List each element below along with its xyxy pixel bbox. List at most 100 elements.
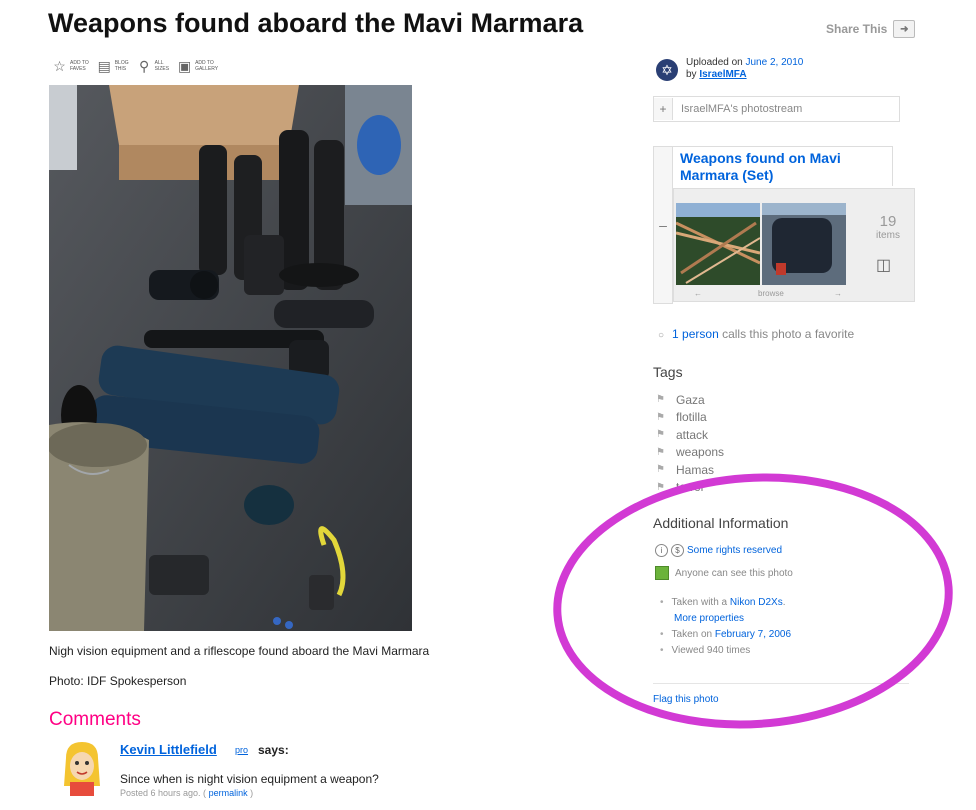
expand-plus-icon[interactable]: + bbox=[654, 98, 673, 120]
view-count: Viewed 940 times bbox=[671, 645, 751, 656]
noncommercial-icon: $ bbox=[671, 544, 684, 557]
tag-label[interactable]: terror bbox=[676, 480, 705, 494]
toolbar-label: SIZES bbox=[154, 66, 170, 72]
photo-credit: Photo: IDF Spokesperson bbox=[49, 674, 187, 688]
tag-item[interactable]: ⚑ flotilla bbox=[656, 409, 724, 427]
share-arrow-icon: ➜ bbox=[893, 20, 916, 38]
camera-suffix: . bbox=[782, 597, 786, 608]
camera-property: • Taken with a Nikon D2Xs. bbox=[660, 595, 791, 611]
permalink-link[interactable]: permalink bbox=[209, 788, 248, 798]
collapse-minus-icon[interactable]: – bbox=[653, 146, 673, 304]
comment-author-link[interactable]: Kevin Littlefield bbox=[120, 742, 217, 757]
additional-info-heading: Additional Information bbox=[653, 515, 789, 531]
taken-with-prefix: Taken with a bbox=[671, 597, 728, 608]
share-button[interactable]: Share This ➜ bbox=[826, 20, 916, 38]
uploaded-prefix: Uploaded on bbox=[686, 57, 743, 68]
tag-icon: ⚑ bbox=[656, 429, 665, 441]
set-count: 19 items bbox=[870, 213, 906, 243]
set-title-link[interactable]: Weapons found on Mavi Marmara (Set) bbox=[673, 146, 893, 186]
share-label: Share This bbox=[826, 22, 888, 36]
views-property: • Viewed 940 times bbox=[660, 643, 791, 659]
set-thumbnail[interactable] bbox=[676, 203, 760, 285]
uploader-link[interactable]: IsraelMFA bbox=[699, 69, 746, 80]
visibility-label: Anyone can see this photo bbox=[675, 567, 793, 579]
photo-properties: • Taken with a Nikon D2Xs. More propertie… bbox=[660, 595, 791, 659]
star-icon: ☆ bbox=[53, 58, 66, 74]
visibility-info: Anyone can see this photo bbox=[655, 566, 793, 580]
bullet-icon: • bbox=[660, 629, 664, 640]
divider bbox=[653, 683, 909, 684]
tags-heading: Tags bbox=[653, 364, 683, 380]
attribution-icon: i bbox=[655, 544, 668, 557]
taken-on-property: • Taken on February 7, 2006 bbox=[660, 627, 791, 643]
tag-label[interactable]: weapons bbox=[676, 445, 724, 459]
tag-label[interactable]: Hamas bbox=[676, 463, 714, 477]
bullet-icon: • bbox=[660, 645, 664, 656]
uploaded-date-link[interactable]: June 2, 2010 bbox=[746, 57, 804, 68]
camera-link[interactable]: Nikon D2Xs bbox=[730, 597, 783, 608]
browse-link[interactable]: browse bbox=[758, 289, 784, 298]
comment-meta: Posted 6 hours ago. ( permalink ) bbox=[120, 788, 253, 798]
comment-meta-close: ) bbox=[250, 788, 254, 798]
comment-says: says: bbox=[258, 743, 289, 757]
add-to-faves-button[interactable]: ☆ ADD TO FAVES bbox=[52, 58, 89, 74]
photo-illustration bbox=[49, 85, 412, 631]
photo-toolbar: ☆ ADD TO FAVES ▤ BLOG THIS ⚲ ALL SIZES ▣ AD… bbox=[52, 58, 219, 74]
main-photo[interactable] bbox=[49, 85, 412, 631]
tag-icon: ⚑ bbox=[656, 446, 665, 458]
uploader-text: Uploaded on June 2, 2010 by IsraelMFA bbox=[686, 57, 803, 81]
set-thumbnail[interactable] bbox=[762, 203, 846, 285]
comments-heading: Comments bbox=[49, 709, 141, 730]
set-context: – Weapons found on Mavi Marmara (Set) 19… bbox=[653, 146, 915, 304]
toolbar-label: FAVES bbox=[70, 66, 86, 72]
tag-label[interactable]: attack bbox=[676, 428, 708, 442]
blog-icon: ▤ bbox=[97, 58, 111, 74]
tag-item[interactable]: ⚑ terror bbox=[656, 479, 724, 497]
next-arrow-icon[interactable]: → bbox=[834, 289, 842, 298]
tag-label[interactable]: flotilla bbox=[676, 410, 707, 424]
add-to-gallery-button[interactable]: ▣ ADD TO GALLERY bbox=[177, 58, 219, 74]
bullet-icon: ○ bbox=[658, 330, 665, 341]
toolbar-label: GALLERY bbox=[195, 66, 219, 72]
favorite-people-link[interactable]: 1 person bbox=[672, 327, 719, 341]
tag-item[interactable]: ⚑ Gaza bbox=[656, 391, 724, 409]
uploader-logo-icon[interactable]: ✡ bbox=[656, 59, 678, 81]
comment-posted: Posted 6 hours ago. ( bbox=[120, 788, 207, 798]
tag-label[interactable]: Gaza bbox=[676, 393, 705, 407]
taken-on-date-link[interactable]: February 7, 2006 bbox=[715, 629, 791, 640]
flag-photo-link[interactable]: Flag this photo bbox=[653, 694, 719, 705]
toolbar-label: THIS bbox=[114, 66, 127, 72]
by-prefix: by bbox=[686, 69, 697, 80]
all-sizes-button[interactable]: ⚲ ALL SIZES bbox=[137, 58, 170, 74]
tag-item[interactable]: ⚑ attack bbox=[656, 426, 724, 444]
favorite-text: calls this photo a favorite bbox=[722, 327, 855, 341]
avatar[interactable] bbox=[58, 738, 106, 796]
photostream-context[interactable]: + IsraelMFA's photostream bbox=[653, 96, 900, 122]
set-preview: 19 items ◫ ← browse → bbox=[673, 188, 915, 302]
magnifier-icon: ⚲ bbox=[138, 58, 150, 74]
tag-item[interactable]: ⚑ Hamas bbox=[656, 461, 724, 479]
tag-icon: ⚑ bbox=[656, 394, 665, 406]
more-properties-item: More properties bbox=[660, 611, 791, 627]
more-properties-link[interactable]: More properties bbox=[674, 613, 744, 624]
set-count-number: 19 bbox=[879, 213, 897, 230]
tag-icon: ⚑ bbox=[656, 411, 665, 423]
gallery-icon: ▣ bbox=[177, 58, 192, 74]
prev-arrow-icon[interactable]: ← bbox=[694, 289, 702, 298]
slideshow-icon[interactable]: ◫ bbox=[876, 255, 891, 275]
pro-badge[interactable]: pro bbox=[235, 745, 248, 755]
tag-icon: ⚑ bbox=[656, 481, 665, 493]
tag-list: ⚑ Gaza ⚑ flotilla ⚑ attack ⚑ weapons ⚑ Hamas … bbox=[656, 391, 724, 496]
set-navigation: ← browse → bbox=[674, 287, 914, 301]
page-title: Weapons found aboard the Mavi Marmara bbox=[48, 8, 584, 38]
tag-item[interactable]: ⚑ weapons bbox=[656, 444, 724, 462]
blog-this-button[interactable]: ▤ BLOG THIS bbox=[97, 58, 129, 74]
rights-link[interactable]: Some rights reserved bbox=[687, 545, 782, 556]
tag-icon: ⚑ bbox=[656, 464, 665, 476]
photostream-label[interactable]: IsraelMFA's photostream bbox=[681, 103, 802, 115]
taken-on-prefix: Taken on bbox=[671, 629, 713, 640]
comment-text: Since when is night vision equipment a w… bbox=[120, 772, 379, 786]
favorite-info: ○ 1 person calls this photo a favorite bbox=[658, 327, 854, 341]
bullet-icon: • bbox=[660, 597, 664, 608]
set-count-label: items bbox=[876, 230, 900, 241]
